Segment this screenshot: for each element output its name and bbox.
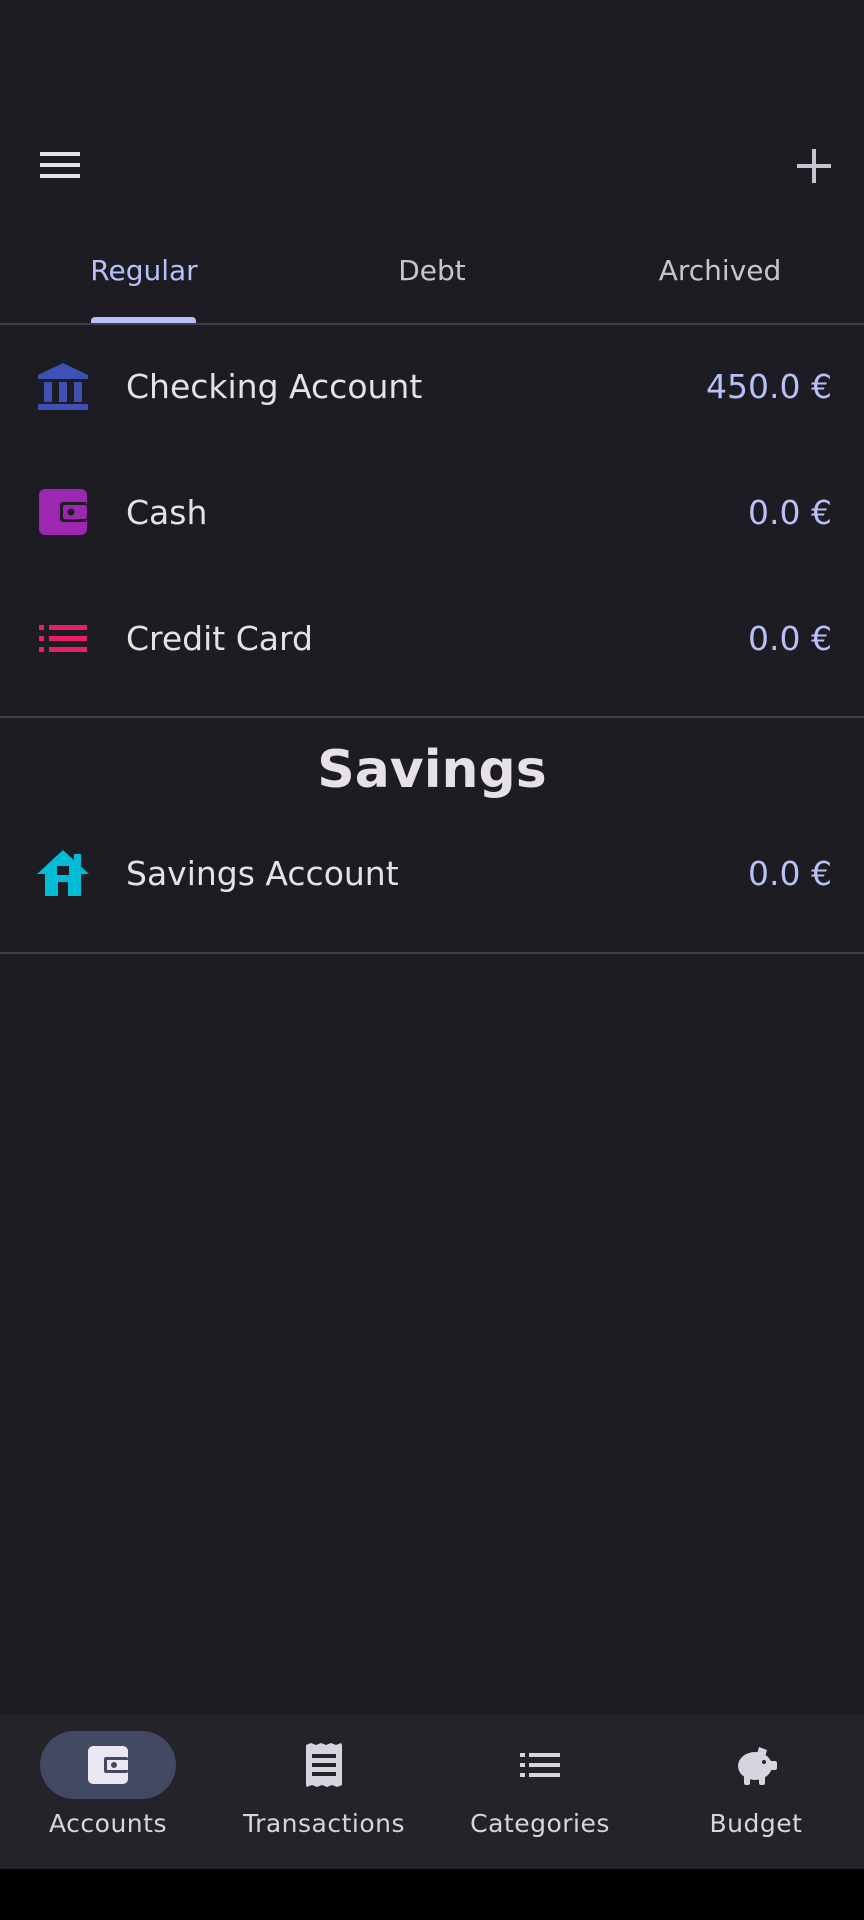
wallet-icon <box>88 1746 128 1784</box>
menu-icon <box>40 152 80 178</box>
nav-label: Categories <box>470 1809 610 1838</box>
nav-transactions[interactable]: Transactions <box>216 1715 432 1869</box>
home-icon <box>36 846 90 900</box>
add-account-button[interactable] <box>784 136 844 196</box>
nav-budget[interactable]: Budget <box>648 1715 864 1869</box>
account-balance: 0.0 € <box>748 618 832 658</box>
account-name: Cash <box>126 492 208 532</box>
nav-accounts[interactable]: Accounts <box>0 1715 216 1869</box>
nav-accounts-indicator <box>40 1731 176 1799</box>
account-balance: 0.0 € <box>748 492 832 532</box>
menu-button[interactable] <box>30 140 90 190</box>
tab-archived[interactable]: Archived <box>576 230 864 323</box>
divider <box>0 952 864 954</box>
nav-label: Accounts <box>49 1809 167 1838</box>
divider <box>0 716 864 718</box>
nav-label: Budget <box>709 1809 803 1838</box>
regular-accounts-list: Checking Account 450.0 € Cash 0.0 € Cred… <box>0 323 864 718</box>
nav-label: Transactions <box>242 1809 406 1838</box>
nav-categories[interactable]: Categories <box>432 1715 648 1869</box>
account-name: Savings Account <box>126 853 399 893</box>
account-row-credit-card[interactable]: Credit Card 0.0 € <box>0 575 864 701</box>
account-balance: 0.0 € <box>748 853 832 893</box>
account-name: Checking Account <box>126 366 423 406</box>
top-app-bar <box>0 110 864 220</box>
system-navigation-bar <box>0 1869 864 1920</box>
group-title-savings: Savings <box>317 740 547 800</box>
account-tabs: Regular Debt Archived <box>0 230 864 325</box>
tab-regular[interactable]: Regular <box>0 230 288 323</box>
account-row-savings[interactable]: Savings Account 0.0 € <box>0 810 864 936</box>
account-balance: 450.0 € <box>706 366 832 406</box>
nav-categories-indicator <box>472 1731 608 1799</box>
tab-debt[interactable]: Debt <box>288 230 576 323</box>
account-row-cash[interactable]: Cash 0.0 € <box>0 449 864 575</box>
nav-transactions-indicator <box>256 1731 392 1799</box>
wallet-icon <box>36 485 90 539</box>
account-name: Credit Card <box>126 618 313 658</box>
savings-accounts-list: Savings Account 0.0 € <box>0 810 864 936</box>
piggy-bank-icon <box>738 1747 777 1785</box>
plus-icon <box>797 149 831 183</box>
receipt-icon <box>306 1743 342 1787</box>
account-row-checking[interactable]: Checking Account 450.0 € <box>0 323 864 449</box>
bottom-navigation: Accounts Transactions Categories Budget <box>0 1715 864 1869</box>
bank-icon <box>36 359 90 413</box>
nav-budget-indicator <box>688 1731 824 1799</box>
list-icon <box>520 1753 560 1777</box>
list-icon <box>36 611 90 665</box>
